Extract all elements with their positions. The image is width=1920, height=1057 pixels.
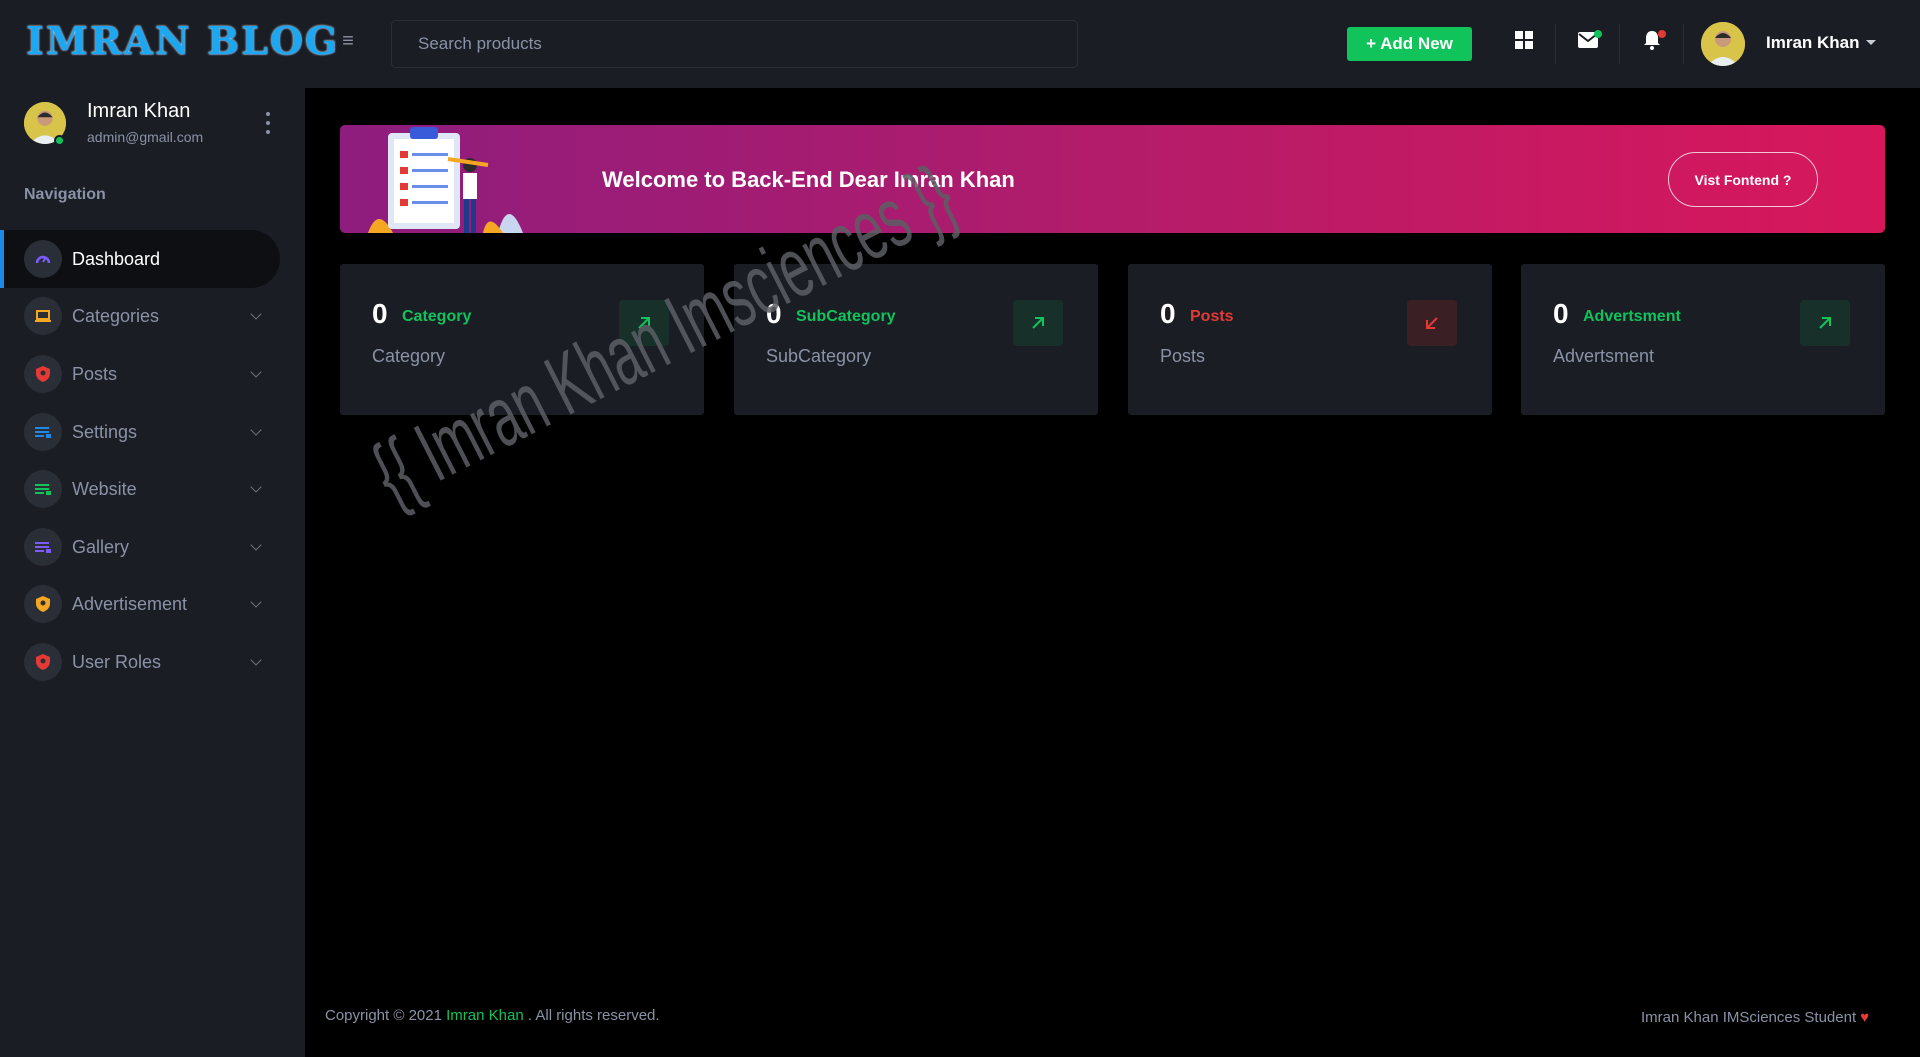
chevron-down-icon xyxy=(250,539,262,551)
sidebar-item-label: Posts xyxy=(72,363,118,384)
shield-icon xyxy=(24,643,62,681)
stat-tag: Posts xyxy=(1190,308,1234,325)
arrow-up-right-icon xyxy=(1800,300,1850,346)
chevron-down-icon xyxy=(250,366,262,378)
list-icon xyxy=(24,413,62,451)
stat-count: 0 xyxy=(1160,298,1176,329)
toolbar-divider xyxy=(1619,24,1620,64)
hamburger-icon[interactable]: ≡ xyxy=(338,30,358,52)
clipboard-illustration xyxy=(368,127,523,233)
sidebar-item-gallery[interactable]: Gallery xyxy=(0,518,280,576)
stat-subtitle: SubCategory xyxy=(766,346,872,366)
grid-icon[interactable] xyxy=(1512,28,1536,52)
toolbar-divider xyxy=(1683,24,1684,64)
copyright-link[interactable]: Imran Khan xyxy=(446,1007,524,1024)
chevron-down-icon xyxy=(250,424,262,436)
search-input[interactable] xyxy=(391,20,1078,68)
stat-subtitle: Posts xyxy=(1160,346,1206,366)
sidebar-user-name: Imran Khan xyxy=(87,100,191,122)
chevron-down-icon xyxy=(250,308,262,320)
footer-credit: Imran Khan IMSciences Student ♥ xyxy=(1641,1009,1869,1026)
sidebar-item-label: User Roles xyxy=(72,651,162,672)
bell-icon[interactable] xyxy=(1640,28,1666,52)
toolbar-divider xyxy=(1555,24,1556,64)
stat-tag: Advertsment xyxy=(1583,308,1681,325)
shield-icon xyxy=(24,585,62,623)
speedometer-icon xyxy=(24,240,62,278)
chevron-down-icon xyxy=(250,654,262,666)
more-options-icon[interactable] xyxy=(264,112,272,134)
chevron-down-icon[interactable] xyxy=(1866,40,1876,45)
footer-copyright: Copyright © 2021 Imran Khan . All rights… xyxy=(325,1007,660,1024)
stat-card-posts[interactable]: 0 Posts Posts xyxy=(1128,264,1492,415)
sidebar-item-label: Gallery xyxy=(72,536,130,557)
sidebar-item-label: Categories xyxy=(72,305,160,326)
heart-icon: ♥ xyxy=(1860,1009,1870,1026)
copyright-prefix: Copyright © 2021 xyxy=(325,1007,442,1024)
sidebar-item-label: Dashboard xyxy=(72,248,161,269)
list-icon xyxy=(24,528,62,566)
sidebar-item-advertisement[interactable]: Advertisement xyxy=(0,575,280,633)
list-icon xyxy=(24,470,62,508)
mail-icon[interactable] xyxy=(1576,28,1602,52)
sidebar-item-categories[interactable]: Categories xyxy=(0,287,280,345)
mail-unread-dot xyxy=(1594,30,1602,38)
sidebar-item-website[interactable]: Website xyxy=(0,460,280,518)
chevron-down-icon xyxy=(250,596,262,608)
stat-card-advertisement[interactable]: 0 Advertsment Advertsment xyxy=(1521,264,1885,415)
user-menu-name[interactable]: Imran Khan xyxy=(1766,33,1860,53)
arrow-up-right-icon xyxy=(1013,300,1063,346)
sidebar-item-label: Website xyxy=(72,478,137,499)
online-status-dot xyxy=(54,135,65,146)
welcome-banner: Welcome to Back-End Dear Imran Khan Vist… xyxy=(340,125,1885,233)
stat-tag: Category xyxy=(402,308,472,325)
add-new-button[interactable]: + Add New xyxy=(1347,27,1472,61)
sidebar-item-user-roles[interactable]: User Roles xyxy=(0,633,280,691)
sidebar-item-dashboard[interactable]: Dashboard xyxy=(0,230,280,288)
sidebar: Imran Khan admin@gmail.com Navigation Da… xyxy=(0,88,305,1057)
arrow-down-left-icon xyxy=(1407,300,1457,346)
sidebar-user-email: admin@gmail.com xyxy=(87,129,204,145)
sidebar-item-label: Settings xyxy=(72,421,138,442)
sidebar-item-posts[interactable]: Posts xyxy=(0,345,280,403)
laptop-icon xyxy=(24,297,62,335)
stat-subtitle: Advertsment xyxy=(1553,346,1655,366)
stat-subtitle: Category xyxy=(372,346,446,366)
top-navbar: IMRAN BLOG ≡ + Add New Imran Khan xyxy=(0,0,1920,88)
sidebar-item-label: Advertisement xyxy=(72,593,188,614)
stat-count: 0 xyxy=(1553,298,1569,329)
nav-section-title: Navigation xyxy=(24,186,106,203)
copyright-suffix: . All rights reserved. xyxy=(527,1007,660,1024)
notification-dot xyxy=(1658,30,1666,38)
brand-logo[interactable]: IMRAN BLOG xyxy=(26,18,339,63)
visit-frontend-button[interactable]: Vist Fontend ? xyxy=(1668,152,1818,207)
welcome-message: Welcome to Back-End Dear Imran Khan xyxy=(602,167,1015,192)
avatar[interactable] xyxy=(1701,22,1745,66)
shield-icon xyxy=(24,355,62,393)
stat-count: 0 xyxy=(372,298,388,329)
chevron-down-icon xyxy=(250,481,262,493)
footer-credit-text: Imran Khan IMSciences Student xyxy=(1641,1009,1857,1026)
sidebar-item-settings[interactable]: Settings xyxy=(0,403,280,461)
